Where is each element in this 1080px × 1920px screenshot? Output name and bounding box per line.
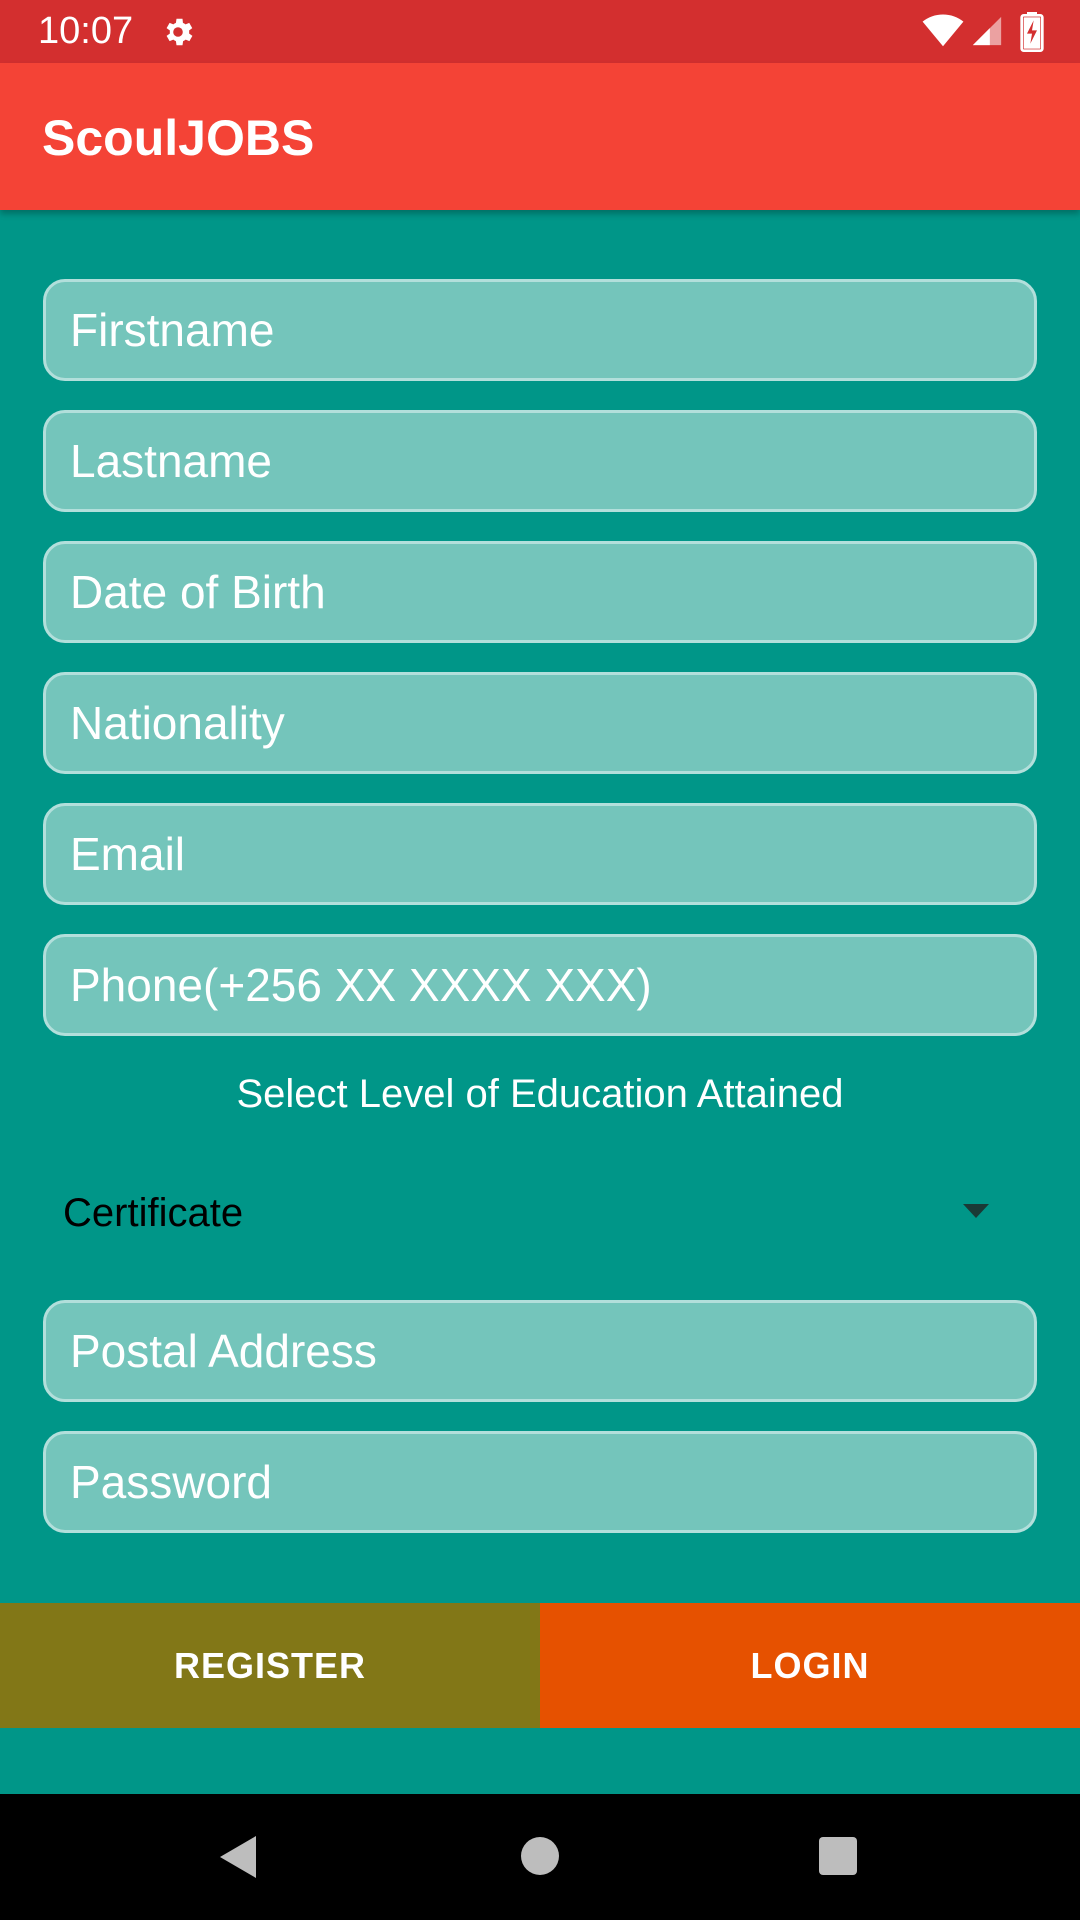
date-of-birth-input[interactable]: Date of Birth (43, 541, 1037, 643)
battery-charging-icon (1020, 12, 1044, 52)
back-icon[interactable] (218, 1834, 258, 1880)
postal-address-input[interactable]: Postal Address (43, 1300, 1037, 1402)
nationality-input[interactable]: Nationality (43, 672, 1037, 774)
app-title: ScoulJOBS (42, 110, 315, 166)
education-level-dropdown[interactable]: Certificate (43, 1180, 1037, 1246)
education-level-selected: Certificate (63, 1191, 244, 1235)
dropdown-arrow-icon (963, 1204, 989, 1218)
phone-input[interactable]: Phone(+256 XX XXXX XXX) (43, 934, 1037, 1036)
cell-signal-icon (972, 16, 1002, 46)
app-bar: ScoulJOBS (0, 63, 1080, 210)
wifi-icon (922, 14, 964, 47)
password-input[interactable]: Password (43, 1431, 1037, 1533)
settings-gear-icon (166, 18, 193, 46)
lastname-input[interactable]: Lastname (43, 410, 1037, 512)
navigation-bar (0, 1794, 1080, 1920)
email-input[interactable]: Email (43, 803, 1037, 905)
status-time: 10:07 (38, 10, 134, 52)
firstname-input[interactable]: Firstname (43, 279, 1037, 381)
recents-icon[interactable] (818, 1836, 858, 1876)
login-button[interactable]: LOGIN (540, 1603, 1080, 1728)
status-bar: 10:07 (0, 0, 1080, 63)
register-button[interactable]: REGISTER (0, 1603, 540, 1728)
screen: 10:07 ScoulJOBS Firstname Lastname Date … (0, 0, 1080, 1920)
home-icon[interactable] (520, 1836, 560, 1876)
education-level-label: Select Level of Education Attained (236, 1072, 844, 1116)
